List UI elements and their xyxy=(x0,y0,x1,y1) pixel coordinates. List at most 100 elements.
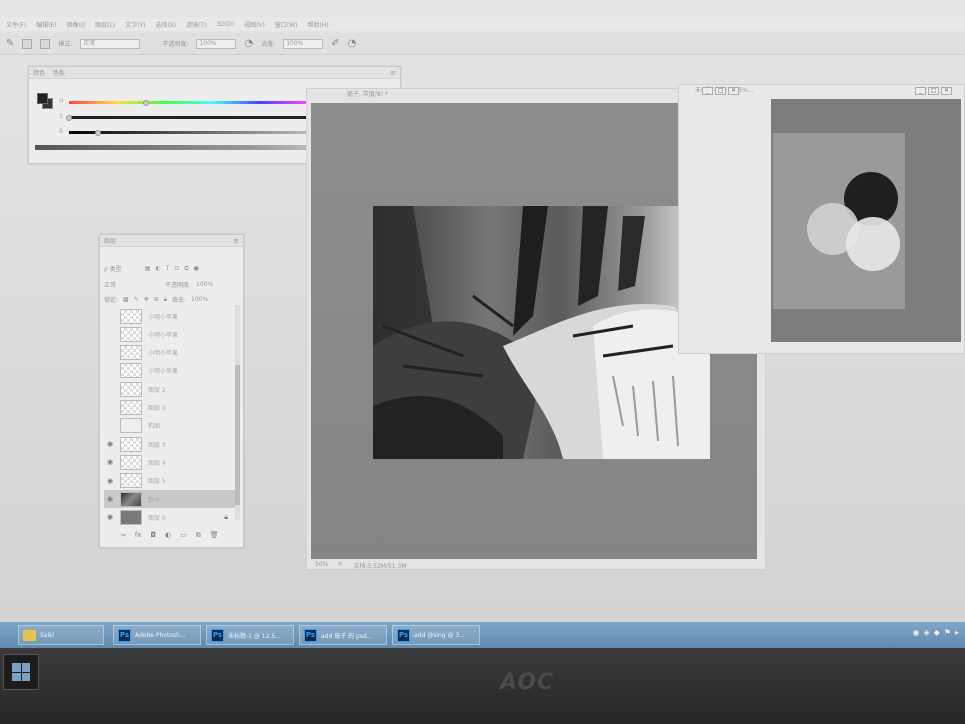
visibility-eye-icon[interactable]: ◉ xyxy=(104,477,116,485)
layer-name[interactable]: 图层 5 xyxy=(148,476,166,485)
layer-row[interactable]: 小明小苹果 xyxy=(104,344,236,362)
pressure-opacity-icon[interactable]: ◔ xyxy=(244,38,253,49)
brightness-thumb[interactable] xyxy=(94,130,101,136)
menu-view[interactable]: 视图(V) xyxy=(244,20,265,29)
brush-preset-icon[interactable] xyxy=(22,38,33,49)
export-icon[interactable]: ⇱ xyxy=(338,561,343,570)
tab-layers[interactable]: 图层 xyxy=(104,236,116,245)
lock-transparency-icon[interactable]: ▩ xyxy=(123,296,129,303)
layer-row[interactable]: 图层 0 xyxy=(104,399,236,417)
fill-field[interactable]: 100% xyxy=(191,296,208,303)
menu-select[interactable]: 选择(S) xyxy=(155,20,176,29)
layer-row[interactable]: ◉ 图层 3 xyxy=(104,435,236,453)
group-icon[interactable]: ▭ xyxy=(180,531,187,540)
brush-panel-icon[interactable] xyxy=(40,38,51,49)
menu-window[interactable]: 窗口(W) xyxy=(275,20,298,29)
tray-expand-icon[interactable]: ▸ xyxy=(955,628,959,637)
layer-kind-filter[interactable]: ρ 类型 xyxy=(104,264,122,273)
layer-name[interactable]: 小明小苹果 xyxy=(148,330,178,339)
menu-type[interactable]: 文字(Y) xyxy=(125,20,145,29)
new-layer-icon[interactable]: ⧉ xyxy=(196,531,201,540)
close-button-2[interactable]: ✕ xyxy=(941,87,952,95)
visibility-eye-icon[interactable]: ◉ xyxy=(104,440,116,448)
tab-swatches[interactable]: 色板 xyxy=(53,68,65,77)
second-canvas-artwork[interactable] xyxy=(773,133,905,309)
taskbar-item-untitled[interactable]: Ps 未标题-1 @ 12.5... xyxy=(206,625,294,645)
layer-thumbnail[interactable] xyxy=(120,418,142,434)
maximize-button[interactable]: □ xyxy=(715,87,726,95)
layer-thumbnail[interactable] xyxy=(120,491,142,507)
pressure-size-icon[interactable]: ◔ xyxy=(348,38,357,49)
layer-name[interactable]: 图层 4 xyxy=(148,458,166,467)
mode-select[interactable]: 正常 xyxy=(80,38,141,49)
shield-icon[interactable]: ◈ xyxy=(924,628,930,637)
airbrush-icon[interactable]: ✐ xyxy=(331,38,339,49)
layer-thumbnail[interactable] xyxy=(120,436,142,452)
flag-icon[interactable]: ⚑ xyxy=(944,628,951,637)
layer-thumbnail[interactable] xyxy=(120,345,142,361)
adjustment-filter-icon[interactable]: ◐ xyxy=(155,265,160,272)
panel-menu-icon[interactable]: ≡ xyxy=(390,69,396,77)
link-layers-icon[interactable]: ⊸ xyxy=(120,531,126,540)
type-filter-icon[interactable]: T xyxy=(166,265,170,272)
visibility-eye-icon[interactable]: ◉ xyxy=(104,495,116,503)
shape-filter-icon[interactable]: ⊡ xyxy=(174,265,179,272)
layer-name[interactable]: 小明小苹果 xyxy=(148,312,178,321)
layer-name[interactable]: 颜子 xyxy=(148,495,160,504)
flow-field[interactable]: 100% xyxy=(283,38,324,49)
layer-thumbnail[interactable] xyxy=(120,363,142,379)
blend-mode-select[interactable]: 正常 xyxy=(104,280,116,289)
layer-row[interactable]: 图层 2 xyxy=(104,380,236,398)
opacity-field[interactable]: 100% xyxy=(196,38,237,49)
layer-opacity-field[interactable]: 100% xyxy=(196,281,213,288)
brush-tool-icon[interactable]: ✎ xyxy=(6,38,14,49)
layer-thumbnail[interactable] xyxy=(120,454,142,470)
layer-row[interactable]: 构图 xyxy=(104,417,236,435)
smart-object-filter-icon[interactable]: ⧉ xyxy=(184,265,188,273)
menu-help[interactable]: 帮助(H) xyxy=(308,20,329,29)
maximize-button-2[interactable]: □ xyxy=(928,87,939,95)
layer-thumbnail[interactable] xyxy=(120,326,142,342)
layer-name[interactable]: 图层 0 xyxy=(148,513,166,522)
layer-style-icon[interactable]: fx xyxy=(135,531,142,540)
network-icon[interactable]: ◉ xyxy=(913,628,920,637)
layer-row[interactable]: ◉ 图层 4 xyxy=(104,453,236,471)
lock-all-icon[interactable]: 🔒︎ xyxy=(164,296,167,304)
layer-row[interactable]: ◉ 图层 5 xyxy=(104,472,236,490)
menu-file[interactable]: 文件(F) xyxy=(6,20,26,29)
menu-layer[interactable]: 图层(L) xyxy=(95,20,115,29)
tab-color[interactable]: 颜色 xyxy=(33,68,45,77)
menu-image[interactable]: 图像(I) xyxy=(67,20,85,29)
taskbar-item-photoshop[interactable]: Ps Adobe Photosh... xyxy=(113,625,201,645)
taskbar-item-folder[interactable]: Saiki xyxy=(18,625,104,645)
menu-edit[interactable]: 编辑(E) xyxy=(36,20,56,29)
layer-thumbnail[interactable] xyxy=(120,473,142,489)
filter-toggle-icon[interactable]: ● xyxy=(194,265,199,272)
lock-artboard-icon[interactable]: ⊞ xyxy=(154,296,159,303)
visibility-eye-icon[interactable]: ◉ xyxy=(104,458,116,466)
minimize-button-2[interactable]: _ xyxy=(915,87,926,95)
volume-icon[interactable]: ◆ xyxy=(934,628,940,637)
second-canvas-area[interactable] xyxy=(771,99,961,342)
foreground-color-swatch[interactable] xyxy=(37,93,48,104)
hue-thumb[interactable] xyxy=(143,100,150,106)
doc-size-info[interactable]: 文档:3.52M/51.3M xyxy=(353,561,406,570)
layer-name[interactable]: 图层 0 xyxy=(148,403,166,412)
pixel-filter-icon[interactable]: ▦ xyxy=(145,265,151,272)
layer-row[interactable]: ◉ 颜子 xyxy=(104,490,236,508)
menu-3d[interactable]: 3D(D) xyxy=(216,21,234,28)
visibility-eye-icon[interactable]: ◉ xyxy=(104,513,116,521)
minimize-button[interactable]: _ xyxy=(702,87,713,95)
layer-mask-icon[interactable]: ◘ xyxy=(150,531,156,540)
adjustment-layer-icon[interactable]: ◐ xyxy=(165,531,171,540)
layer-name[interactable]: 构图 xyxy=(148,421,160,430)
layer-thumbnail[interactable] xyxy=(120,308,142,324)
layer-thumbnail[interactable] xyxy=(120,509,142,525)
layer-row[interactable]: 小明小苹果 xyxy=(104,325,236,343)
lock-position-icon[interactable]: ✥ xyxy=(144,296,149,303)
trash-icon[interactable]: 🗑︎ xyxy=(210,531,219,540)
layer-thumbnail[interactable] xyxy=(120,400,142,415)
layer-thumbnail[interactable] xyxy=(120,381,142,397)
canvas-artwork[interactable] xyxy=(373,206,710,459)
lock-pixels-icon[interactable]: ✎ xyxy=(134,296,139,303)
